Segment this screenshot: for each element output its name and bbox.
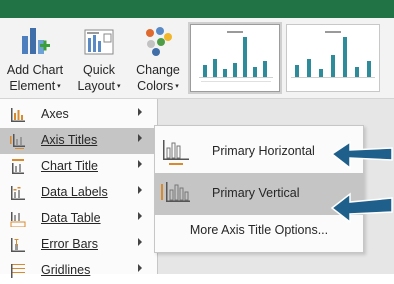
chevron-right-icon — [138, 108, 142, 116]
chevron-right-icon — [138, 160, 142, 168]
chevron-right-icon — [138, 134, 142, 142]
menu-item-gridlines[interactable]: Gridlines — [0, 258, 157, 284]
menu-item-label: Gridlines — [41, 263, 91, 277]
menu-item-label: Error Bars — [41, 237, 98, 251]
annotation-arrow-icon — [330, 192, 393, 224]
menu-item-label: Chart Title — [41, 159, 98, 173]
chart-style-preview-icon — [199, 31, 273, 82]
add-chart-element-menu: Axes Axis Titles Chart Title Data Labels… — [0, 99, 158, 278]
menu-item-data-labels[interactable]: Data Labels — [0, 180, 157, 206]
menu-item-label: Data Labels — [41, 185, 108, 199]
ribbon-separator — [188, 22, 189, 94]
chevron-right-icon — [138, 212, 142, 220]
add-chart-element-label: Add Chart — [6, 63, 64, 77]
change-colors-label-2: Colors — [137, 79, 174, 93]
submenu-item-label: Primary Vertical — [212, 186, 300, 200]
menu-item-axes[interactable]: Axes — [0, 102, 157, 128]
quick-layout-button[interactable]: Quick Layout ▾ — [70, 18, 128, 98]
menu-item-label: Axis Titles — [41, 133, 98, 147]
chevron-down-icon: ▾ — [57, 83, 61, 90]
chevron-down-icon: ▾ — [175, 83, 179, 90]
quick-layout-label-2: Layout — [77, 79, 115, 93]
menu-item-chart-title[interactable]: Chart Title — [0, 154, 157, 180]
chart-design-ribbon: Add Chart Element ▾ Quick Layout ▾ Chang… — [0, 18, 394, 99]
data-table-icon — [10, 211, 26, 228]
change-colors-button[interactable]: Change Colors ▾ — [128, 18, 188, 98]
primary-horizontal-icon — [161, 138, 191, 166]
add-chart-element-icon — [18, 24, 52, 62]
menu-item-data-table[interactable]: Data Table — [0, 206, 157, 232]
add-chart-element-label-2: Element — [9, 79, 56, 93]
chevron-right-icon — [138, 238, 142, 246]
menu-item-error-bars[interactable]: Error Bars — [0, 232, 157, 258]
chevron-down-icon: ▾ — [117, 83, 121, 90]
submenu-item-label: Primary Horizontal — [212, 144, 315, 158]
excel-title-bar — [0, 0, 394, 18]
error-bars-icon — [10, 237, 26, 253]
quick-layout-label: Quick — [83, 63, 115, 77]
chart-style-thumbnail[interactable] — [190, 24, 280, 92]
data-labels-icon — [10, 185, 26, 201]
menu-item-axis-titles[interactable]: Axis Titles — [0, 128, 157, 154]
chart-styles-gallery — [190, 20, 394, 98]
axis-titles-icon — [10, 133, 26, 149]
chart-title-icon — [10, 159, 26, 175]
chart-style-thumbnail[interactable] — [286, 24, 380, 92]
chevron-right-icon — [138, 186, 142, 194]
change-colors-icon — [141, 24, 175, 62]
add-chart-element-button[interactable]: Add Chart Element ▾ — [0, 18, 70, 98]
menu-item-label: Data Table — [41, 211, 101, 225]
quick-layout-icon — [82, 24, 116, 62]
axes-icon — [10, 107, 26, 123]
chevron-right-icon — [138, 264, 142, 272]
primary-vertical-icon — [161, 180, 191, 208]
chart-style-preview-icon — [291, 31, 375, 78]
change-colors-label: Change — [136, 63, 180, 77]
menu-item-label: Axes — [41, 107, 69, 121]
annotation-arrow-icon — [330, 140, 393, 170]
gridlines-icon — [10, 263, 26, 279]
